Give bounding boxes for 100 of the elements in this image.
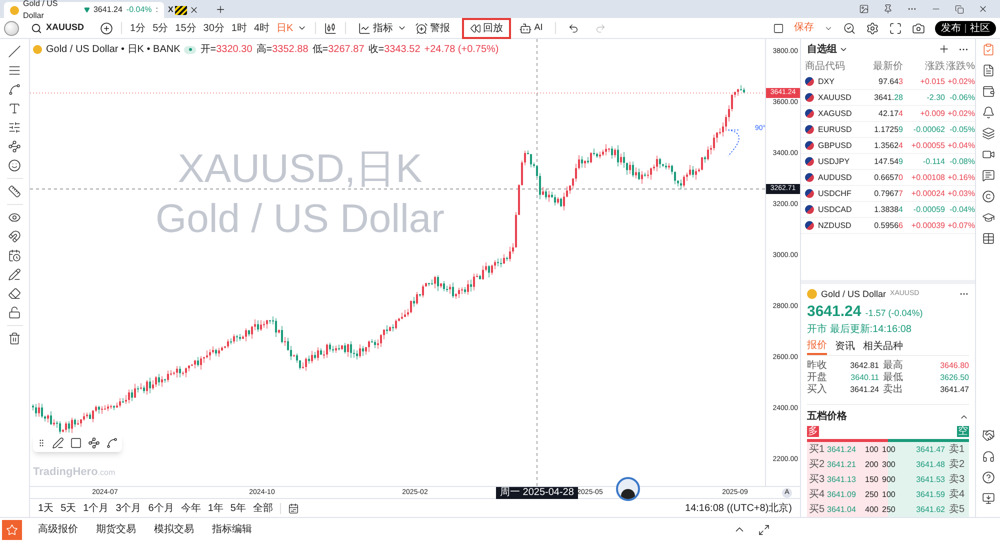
restore-icon[interactable]	[955, 4, 964, 14]
bottom-tab[interactable]: 期货交易	[96, 522, 136, 537]
ai-button[interactable]: AI	[515, 21, 547, 35]
image-icon[interactable]	[859, 4, 869, 14]
graduation-cap-icon[interactable]	[982, 211, 994, 224]
range-button[interactable]: 1天	[38, 500, 54, 516]
range-button[interactable]: 6个月	[148, 500, 174, 516]
sliders-icon[interactable]	[8, 121, 21, 134]
trash-icon[interactable]	[8, 332, 21, 345]
video-icon[interactable]	[982, 148, 994, 161]
bottom-tab[interactable]: 高级报价	[38, 522, 78, 537]
search-icon[interactable]	[843, 22, 856, 34]
curve-icon[interactable]	[8, 83, 21, 96]
column-header[interactable]: 涨跌	[903, 59, 945, 74]
wallet-icon[interactable]	[982, 85, 994, 98]
quote-tab[interactable]: 资讯	[835, 338, 855, 355]
pen-icon[interactable]	[52, 437, 64, 449]
quote-tab[interactable]: 相关品种	[863, 338, 903, 355]
lock-icon[interactable]	[8, 306, 21, 319]
watchlist-row[interactable]: XAUUSD 3641.28 -2.30 -0.06%	[801, 90, 975, 106]
camera-icon[interactable]	[912, 22, 925, 34]
bottom-tab[interactable]: 模拟交易	[154, 522, 194, 537]
headphones-icon[interactable]	[982, 450, 994, 463]
publish-button[interactable]: 发布	[941, 20, 961, 36]
watchlist-row[interactable]: USDCAD 1.38384 -0.00059 -0.04%	[801, 202, 975, 218]
interval-tab[interactable]: 5分	[152, 20, 168, 36]
pencil-icon[interactable]	[8, 268, 21, 281]
candles-icon[interactable]	[324, 22, 338, 34]
interval-tab[interactable]: 1分	[130, 20, 146, 36]
watchlist-row[interactable]: GBPUSD 1.35624 +0.00055 +0.04%	[801, 138, 975, 154]
layout-icon[interactable]	[773, 22, 784, 34]
column-header[interactable]: 涨跌%	[945, 59, 975, 74]
range-button[interactable]: 今年	[180, 500, 201, 516]
watchlist-row[interactable]: EURUSD 1.17259 -0.00062 -0.05%	[801, 122, 975, 138]
watchlist-row[interactable]: NZDUSD 0.59566 +0.00039 +0.07%	[801, 218, 975, 234]
logo-icon[interactable]	[4, 20, 19, 36]
pattern-icon[interactable]	[88, 437, 100, 449]
interval-tab[interactable]: 15分	[175, 20, 196, 36]
interval-tab[interactable]: 30分	[203, 20, 224, 36]
pattern-icon[interactable]	[8, 140, 21, 153]
calendar-icon[interactable]	[288, 502, 299, 514]
interval-tab[interactable]: 4时	[254, 20, 270, 36]
community-button[interactable]: 社区	[970, 20, 990, 36]
alert-button[interactable]: 警报	[411, 20, 454, 36]
eye-icon[interactable]	[8, 211, 21, 224]
browser-tab[interactable]: Gold / US Dollar 3641.24 -0.04% :	[4, 2, 164, 18]
range-button[interactable]: 全部	[252, 500, 273, 516]
favorite-button[interactable]	[2, 520, 22, 540]
monitor-download-icon[interactable]	[982, 492, 994, 505]
price-text: 1.35624	[873, 140, 903, 152]
symbol-search[interactable]: XAUUSD	[31, 21, 84, 35]
grip-icon[interactable]	[37, 438, 46, 448]
replay-button[interactable]: 回放	[462, 18, 512, 38]
calendar-icon[interactable]	[8, 249, 21, 262]
fullscreen-icon[interactable]	[889, 22, 902, 34]
watchlist-title[interactable]: 自选组	[807, 42, 848, 56]
browser-tab[interactable]: X	[164, 2, 204, 18]
undo-icon[interactable]	[568, 22, 579, 34]
rectangle-icon[interactable]	[70, 437, 82, 449]
document-icon[interactable]	[982, 64, 994, 77]
add-icon[interactable]	[100, 22, 114, 34]
indicators-button[interactable]: 指标	[354, 20, 398, 36]
chat-icon[interactable]	[982, 169, 994, 182]
bottom-tab[interactable]: 指标编辑	[212, 522, 252, 537]
range-button[interactable]: 1个月	[83, 500, 109, 516]
watchlist-row[interactable]: DXY 97.643 +0.015 +0.02%	[801, 74, 975, 90]
settings-icon[interactable]	[866, 22, 879, 34]
text-icon[interactable]	[8, 102, 21, 115]
close-icon[interactable]	[189, 5, 200, 15]
watchlist-row[interactable]: AUDUSD 0.66570 +0.00108 +0.16%	[801, 170, 975, 186]
handshake-icon[interactable]	[982, 429, 994, 442]
eraser-icon[interactable]	[8, 287, 21, 300]
range-button[interactable]: 5天	[60, 500, 76, 516]
range-button[interactable]: 5年	[230, 500, 246, 516]
pin-icon[interactable]	[883, 4, 893, 14]
interval-tab[interactable]: 1时	[231, 20, 247, 36]
lines-icon[interactable]	[8, 64, 21, 77]
clipboard-icon[interactable]	[982, 43, 994, 56]
close-icon[interactable]	[978, 4, 988, 14]
column-header[interactable]: 商品代码	[805, 59, 867, 74]
watchlist-row[interactable]: XAGUSD 42.174 +0.009 +0.02%	[801, 106, 975, 122]
new-tab-icon[interactable]	[215, 4, 226, 15]
watchlist-row[interactable]: USDJPY 147.549 -0.114 -0.08%	[801, 154, 975, 170]
help-icon[interactable]	[982, 471, 994, 484]
magnet-icon[interactable]	[8, 230, 21, 243]
fullscreen-icon[interactable]	[758, 524, 770, 536]
trend-line-icon[interactable]	[8, 45, 21, 58]
range-button[interactable]: 3个月	[116, 500, 142, 516]
smiley-icon[interactable]	[8, 159, 21, 172]
curve-icon[interactable]	[106, 437, 118, 449]
copyright-icon[interactable]	[982, 190, 994, 203]
avatar-icon[interactable]	[616, 477, 640, 501]
layers-icon[interactable]	[982, 127, 994, 140]
watchlist-row[interactable]: USDCHF 0.79677 +0.00024 +0.03%	[801, 186, 975, 202]
table-icon[interactable]	[982, 232, 994, 245]
range-button[interactable]: 1年	[208, 500, 224, 516]
ruler-icon[interactable]	[8, 185, 21, 198]
bell-icon[interactable]	[982, 106, 994, 119]
add-icon[interactable]	[938, 43, 950, 55]
column-header[interactable]: 最新价	[867, 59, 903, 74]
